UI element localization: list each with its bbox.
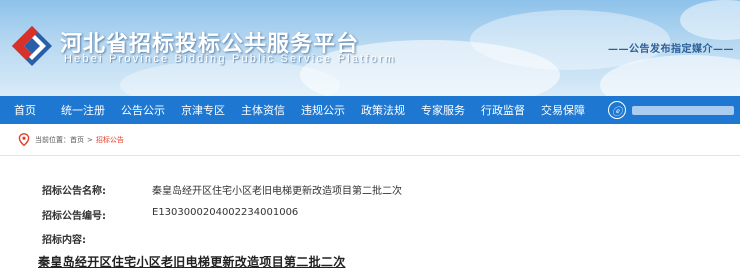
main-nav: 首页 统一注册 公告公示 京津专区 主体资信 违规公示 政策法规 专家服务 行政… xyxy=(0,96,740,124)
breadcrumb-home[interactable]: 首页 xyxy=(70,135,84,145)
notice-number-row: 招标公告编号: E1303000204002234001006 xyxy=(42,207,298,222)
breadcrumb: 当前位置： 首页 > 招标公告 xyxy=(0,124,740,156)
nav-item-violations[interactable]: 违规公示 xyxy=(301,102,345,118)
site-subtitle: Hebei Province Bidding Public Service Pl… xyxy=(64,53,397,65)
breadcrumb-current[interactable]: 招标公告 xyxy=(96,135,124,145)
notice-content-label: 招标内容: xyxy=(42,235,86,246)
notice-name-row: 招标公告名称: 秦皇岛经开区住宅小区老旧电梯更新改造项目第二批二次 xyxy=(42,182,402,197)
diamond-logo-icon[interactable] xyxy=(8,22,56,70)
nav-item-register[interactable]: 统一注册 xyxy=(61,102,105,118)
weibo-icon[interactable]: ⓔ xyxy=(608,101,626,119)
nav-item-supervision[interactable]: 行政监督 xyxy=(481,102,525,118)
nav-item-policy[interactable]: 政策法规 xyxy=(361,102,405,118)
breadcrumb-prefix: 当前位置： xyxy=(35,135,70,144)
nav-item-announcements[interactable]: 公告公示 xyxy=(121,102,165,118)
notice-number-label: 招标公告编号: xyxy=(42,211,106,222)
notice-number-value: E1303000204002234001006 xyxy=(152,207,299,218)
site-slogan: ——公告发布指定媒介—— xyxy=(608,44,734,55)
notice-content-row: 招标内容: xyxy=(42,231,152,246)
notice-name-label: 招标公告名称: xyxy=(42,186,106,197)
nav-item-experts[interactable]: 专家服务 xyxy=(421,102,465,118)
breadcrumb-separator: > xyxy=(87,135,93,144)
site-header: 河北省招标投标公共服务平台 Hebei Province Bidding Pub… xyxy=(0,0,740,96)
nav-item-home[interactable]: 首页 xyxy=(14,102,36,118)
cloud-decoration xyxy=(680,0,740,40)
blurred-link[interactable] xyxy=(632,105,734,115)
notice-content: 招标公告名称: 秦皇岛经开区住宅小区老旧电梯更新改造项目第二批二次 招标公告编号… xyxy=(0,157,740,274)
notice-name-value: 秦皇岛经开区住宅小区老旧电梯更新改造项目第二批二次 xyxy=(152,186,402,197)
nav-item-guarantee[interactable]: 交易保障 xyxy=(541,102,585,118)
nav-item-jingjin[interactable]: 京津专区 xyxy=(181,102,225,118)
nav-item-credit[interactable]: 主体资信 xyxy=(241,102,285,118)
notice-content-title: 秦皇岛经开区住宅小区老旧电梯更新改造项目第二批二次 xyxy=(38,255,346,269)
location-pin-icon xyxy=(18,133,30,146)
